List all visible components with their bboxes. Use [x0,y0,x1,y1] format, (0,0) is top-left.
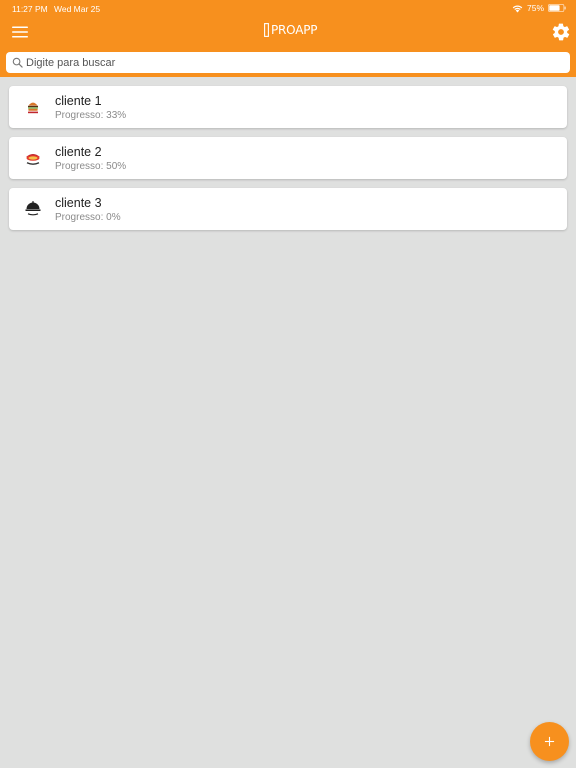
pizza-logo-icon [21,146,45,170]
client-card[interactable]: cliente 1 Progresso: 33% [9,86,567,128]
app-logo: PROAPP [264,22,317,38]
client-progress: Progresso: 33% [55,110,127,121]
burger-logo-icon [21,95,45,119]
client-progress: Progresso: 0% [55,212,121,223]
search-icon [12,57,23,68]
client-card[interactable]: cliente 2 Progresso: 50% [9,137,567,179]
client-progress: Progresso: 50% [55,161,127,172]
plus-icon [544,736,555,747]
status-bar: 11:27 PM Wed Mar 25 75% [0,0,576,16]
battery-percent: 75% [526,3,544,13]
status-time: 11:27 PM [12,4,48,14]
logo-mark-icon [264,23,269,37]
app-title: PROAPP [271,23,318,37]
search-input[interactable] [26,52,566,73]
status-date: Wed Mar 25 [54,4,101,14]
gear-icon [552,23,570,41]
client-name: cliente 2 [55,145,102,159]
hamburger-menu-icon [12,26,28,38]
client-name: cliente 3 [55,196,102,210]
search-box[interactable] [6,52,570,73]
wifi-icon [512,5,523,12]
status-indicators: 75% [512,3,566,13]
restaurant-logo-icon [21,197,45,221]
client-name: cliente 1 [55,94,102,108]
add-client-button[interactable] [530,722,569,761]
settings-button[interactable] [551,22,571,42]
app-header: 11:27 PM Wed Mar 25 75% PROAPP [0,0,576,77]
battery-icon [548,4,566,12]
menu-button[interactable] [9,21,31,43]
client-card[interactable]: cliente 3 Progresso: 0% [9,188,567,230]
